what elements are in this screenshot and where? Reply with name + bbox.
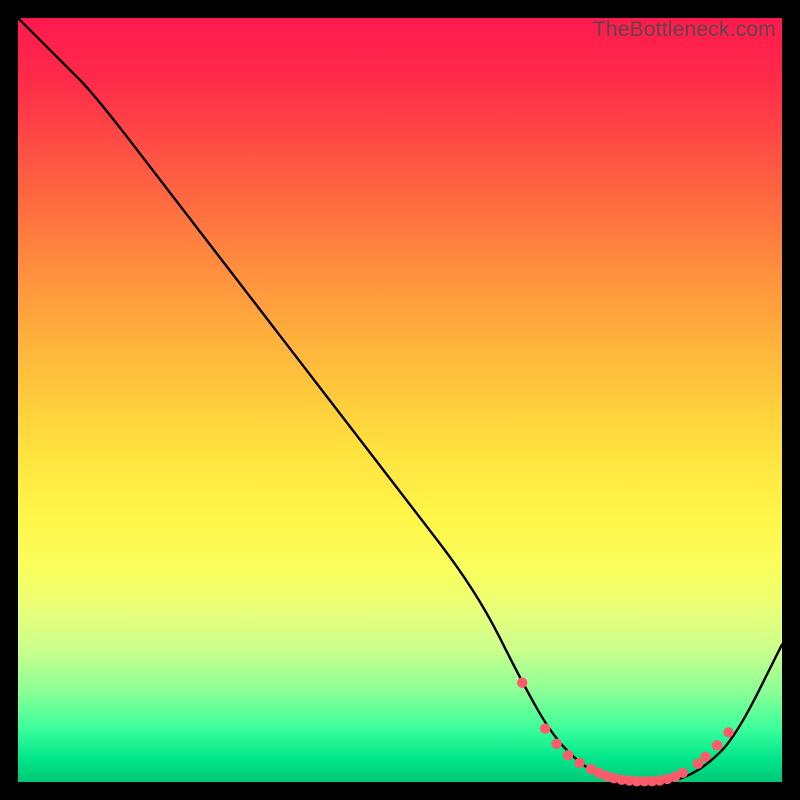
heatmap-gradient-background: TheBottleneck.com — [18, 18, 782, 782]
highlight-marker — [563, 750, 573, 760]
highlight-marker — [540, 723, 550, 733]
highlight-marker-group — [517, 677, 734, 786]
bottleneck-curve-line — [18, 18, 782, 782]
highlight-marker — [712, 740, 722, 750]
highlight-marker — [677, 768, 687, 778]
highlight-marker — [574, 758, 584, 768]
bottleneck-chart — [18, 18, 782, 782]
highlight-marker — [700, 752, 710, 762]
highlight-marker — [551, 739, 561, 749]
highlight-marker — [517, 677, 527, 687]
highlight-marker — [723, 727, 733, 737]
